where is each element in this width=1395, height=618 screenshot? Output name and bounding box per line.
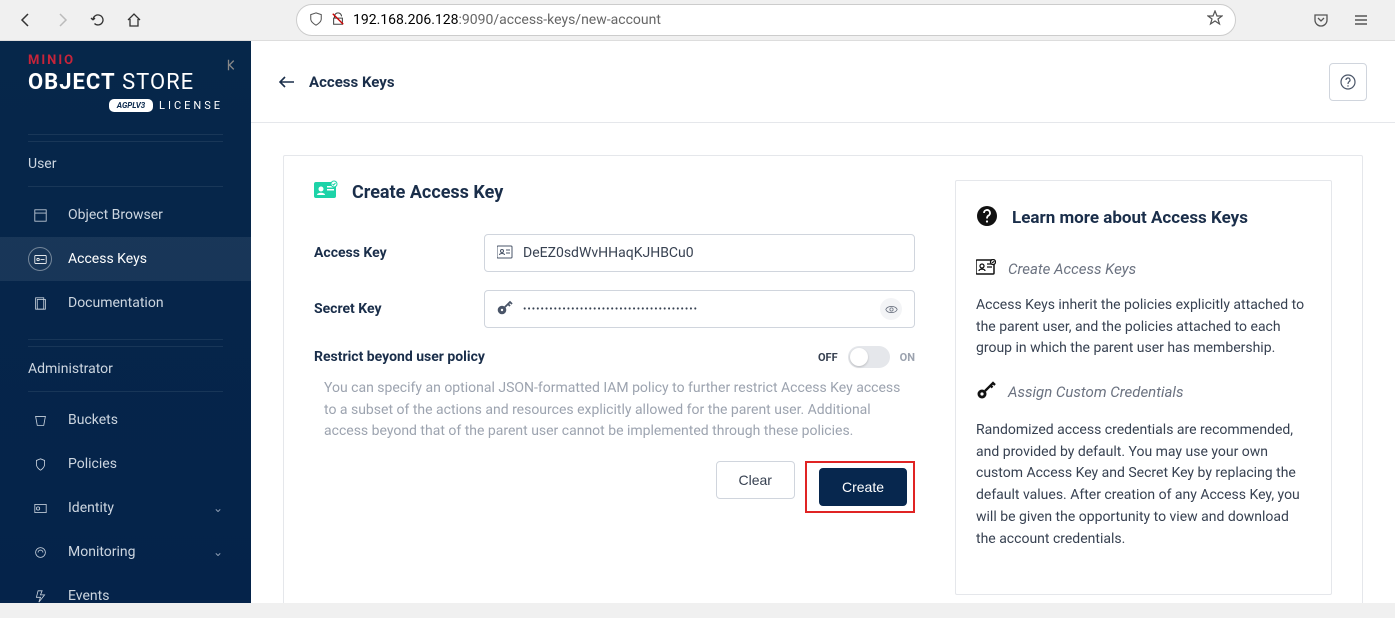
info-paragraph-2: Randomized access credentials are recomm…: [976, 420, 1311, 550]
bucket-icon: [28, 408, 52, 432]
sidebar-section-admin: Administrator: [28, 346, 223, 385]
eye-icon: [885, 303, 898, 316]
secret-key-label: Secret Key: [314, 301, 484, 317]
sidebar-item-label: Events: [68, 588, 109, 604]
chevron-down-icon: ⌄: [213, 501, 223, 515]
browser-reload-button[interactable]: [84, 6, 112, 34]
back-label: Access Keys: [309, 73, 395, 91]
info-panel: Learn more about Access Keys Create Acce…: [955, 180, 1332, 595]
collapse-sidebar-icon[interactable]: [225, 57, 239, 76]
policy-icon: [28, 452, 52, 476]
identity-icon: [28, 496, 52, 520]
sidebar-item-label: Policies: [68, 456, 117, 472]
info-sub-assign: Assign Custom Credentials: [1008, 383, 1183, 401]
key-icon: [497, 299, 513, 319]
browser-forward-button[interactable]: [48, 6, 76, 34]
sidebar-item-label: Buckets: [68, 412, 118, 428]
events-icon: [28, 584, 52, 608]
create-button-highlight: Create: [805, 461, 915, 513]
sidebar-item-access-keys[interactable]: Access Keys: [0, 237, 251, 281]
create-access-key-form: Create Access Key Access Key Secret Key: [314, 180, 915, 595]
sidebar-item-identity[interactable]: Identity ⌄: [0, 486, 251, 530]
key-solid-icon: [976, 380, 996, 404]
question-icon: [1340, 74, 1356, 90]
sidebar-item-buckets[interactable]: Buckets: [0, 398, 251, 442]
help-button[interactable]: [1329, 63, 1367, 101]
pocket-icon[interactable]: [1307, 6, 1335, 34]
main-content: Access Keys Create Access Key Access Key: [251, 41, 1395, 603]
logo-license: AGPLV3 LICENSE: [28, 99, 223, 112]
id-card-icon: [314, 180, 338, 204]
sidebar-section-user: User: [28, 141, 223, 180]
browser-home-button[interactable]: [120, 6, 148, 34]
browser-url-bar[interactable]: 192.168.206.128:9090/access-keys/new-acc…: [296, 4, 1236, 36]
info-title: Learn more about Access Keys: [1012, 208, 1248, 228]
sidebar-item-label: Identity: [68, 500, 114, 516]
document-icon: [28, 291, 52, 315]
toggle-on-label: ON: [900, 351, 915, 364]
sidebar-item-monitoring[interactable]: Monitoring ⌄: [0, 530, 251, 574]
id-card-outline-icon: [976, 259, 996, 279]
logo-brand: MINIO: [28, 53, 223, 68]
sidebar: MINIO OBJECT STORE AGPLV3 LICENSE User O…: [0, 41, 251, 603]
restrict-toggle-label: Restrict beyond user policy: [314, 349, 818, 365]
topbar: Access Keys: [251, 41, 1395, 123]
restrict-help-text: You can specify an optional JSON-formatt…: [314, 378, 915, 443]
toggle-off-label: OFF: [818, 351, 838, 364]
browser-icon: [28, 203, 52, 227]
browser-back-button[interactable]: [12, 6, 40, 34]
reveal-secret-button[interactable]: [880, 298, 902, 320]
sidebar-item-label: Documentation: [68, 295, 164, 311]
sidebar-item-events[interactable]: Events: [0, 574, 251, 618]
question-circle-icon: [976, 205, 998, 231]
back-to-access-keys[interactable]: Access Keys: [279, 73, 395, 91]
bookmark-star-icon[interactable]: [1207, 10, 1223, 30]
access-key-input[interactable]: [523, 245, 902, 261]
arrow-left-icon: [279, 76, 295, 88]
sidebar-item-policies[interactable]: Policies: [0, 442, 251, 486]
sidebar-item-label: Monitoring: [68, 544, 136, 560]
sidebar-item-object-browser[interactable]: Object Browser: [0, 193, 251, 237]
sidebar-item-documentation[interactable]: Documentation: [0, 281, 251, 325]
info-sub-create: Create Access Keys: [1008, 260, 1136, 278]
create-button[interactable]: Create: [819, 468, 907, 506]
browser-toolbar: 192.168.206.128:9090/access-keys/new-acc…: [0, 0, 1395, 41]
restrict-toggle[interactable]: [848, 346, 890, 368]
info-paragraph-1: Access Keys inherit the policies explici…: [976, 295, 1311, 360]
form-title: Create Access Key: [352, 182, 503, 203]
shield-icon: [309, 11, 323, 30]
key-card-icon: [28, 247, 52, 271]
lock-insecure-icon: [331, 11, 345, 30]
logo: MINIO OBJECT STORE AGPLV3 LICENSE: [0, 53, 251, 128]
sidebar-item-label: Access Keys: [68, 251, 147, 267]
logo-title: OBJECT STORE: [28, 70, 223, 95]
url-text: 192.168.206.128:9090/access-keys/new-acc…: [353, 12, 1199, 28]
sidebar-item-label: Object Browser: [68, 207, 163, 223]
id-card-small-icon: [497, 244, 513, 263]
hamburger-menu-icon[interactable]: [1347, 6, 1375, 34]
secret-key-input[interactable]: [523, 304, 870, 315]
chevron-down-icon: ⌄: [213, 545, 223, 559]
monitoring-icon: [28, 540, 52, 564]
clear-button[interactable]: Clear: [716, 461, 795, 499]
access-key-label: Access Key: [314, 245, 484, 261]
